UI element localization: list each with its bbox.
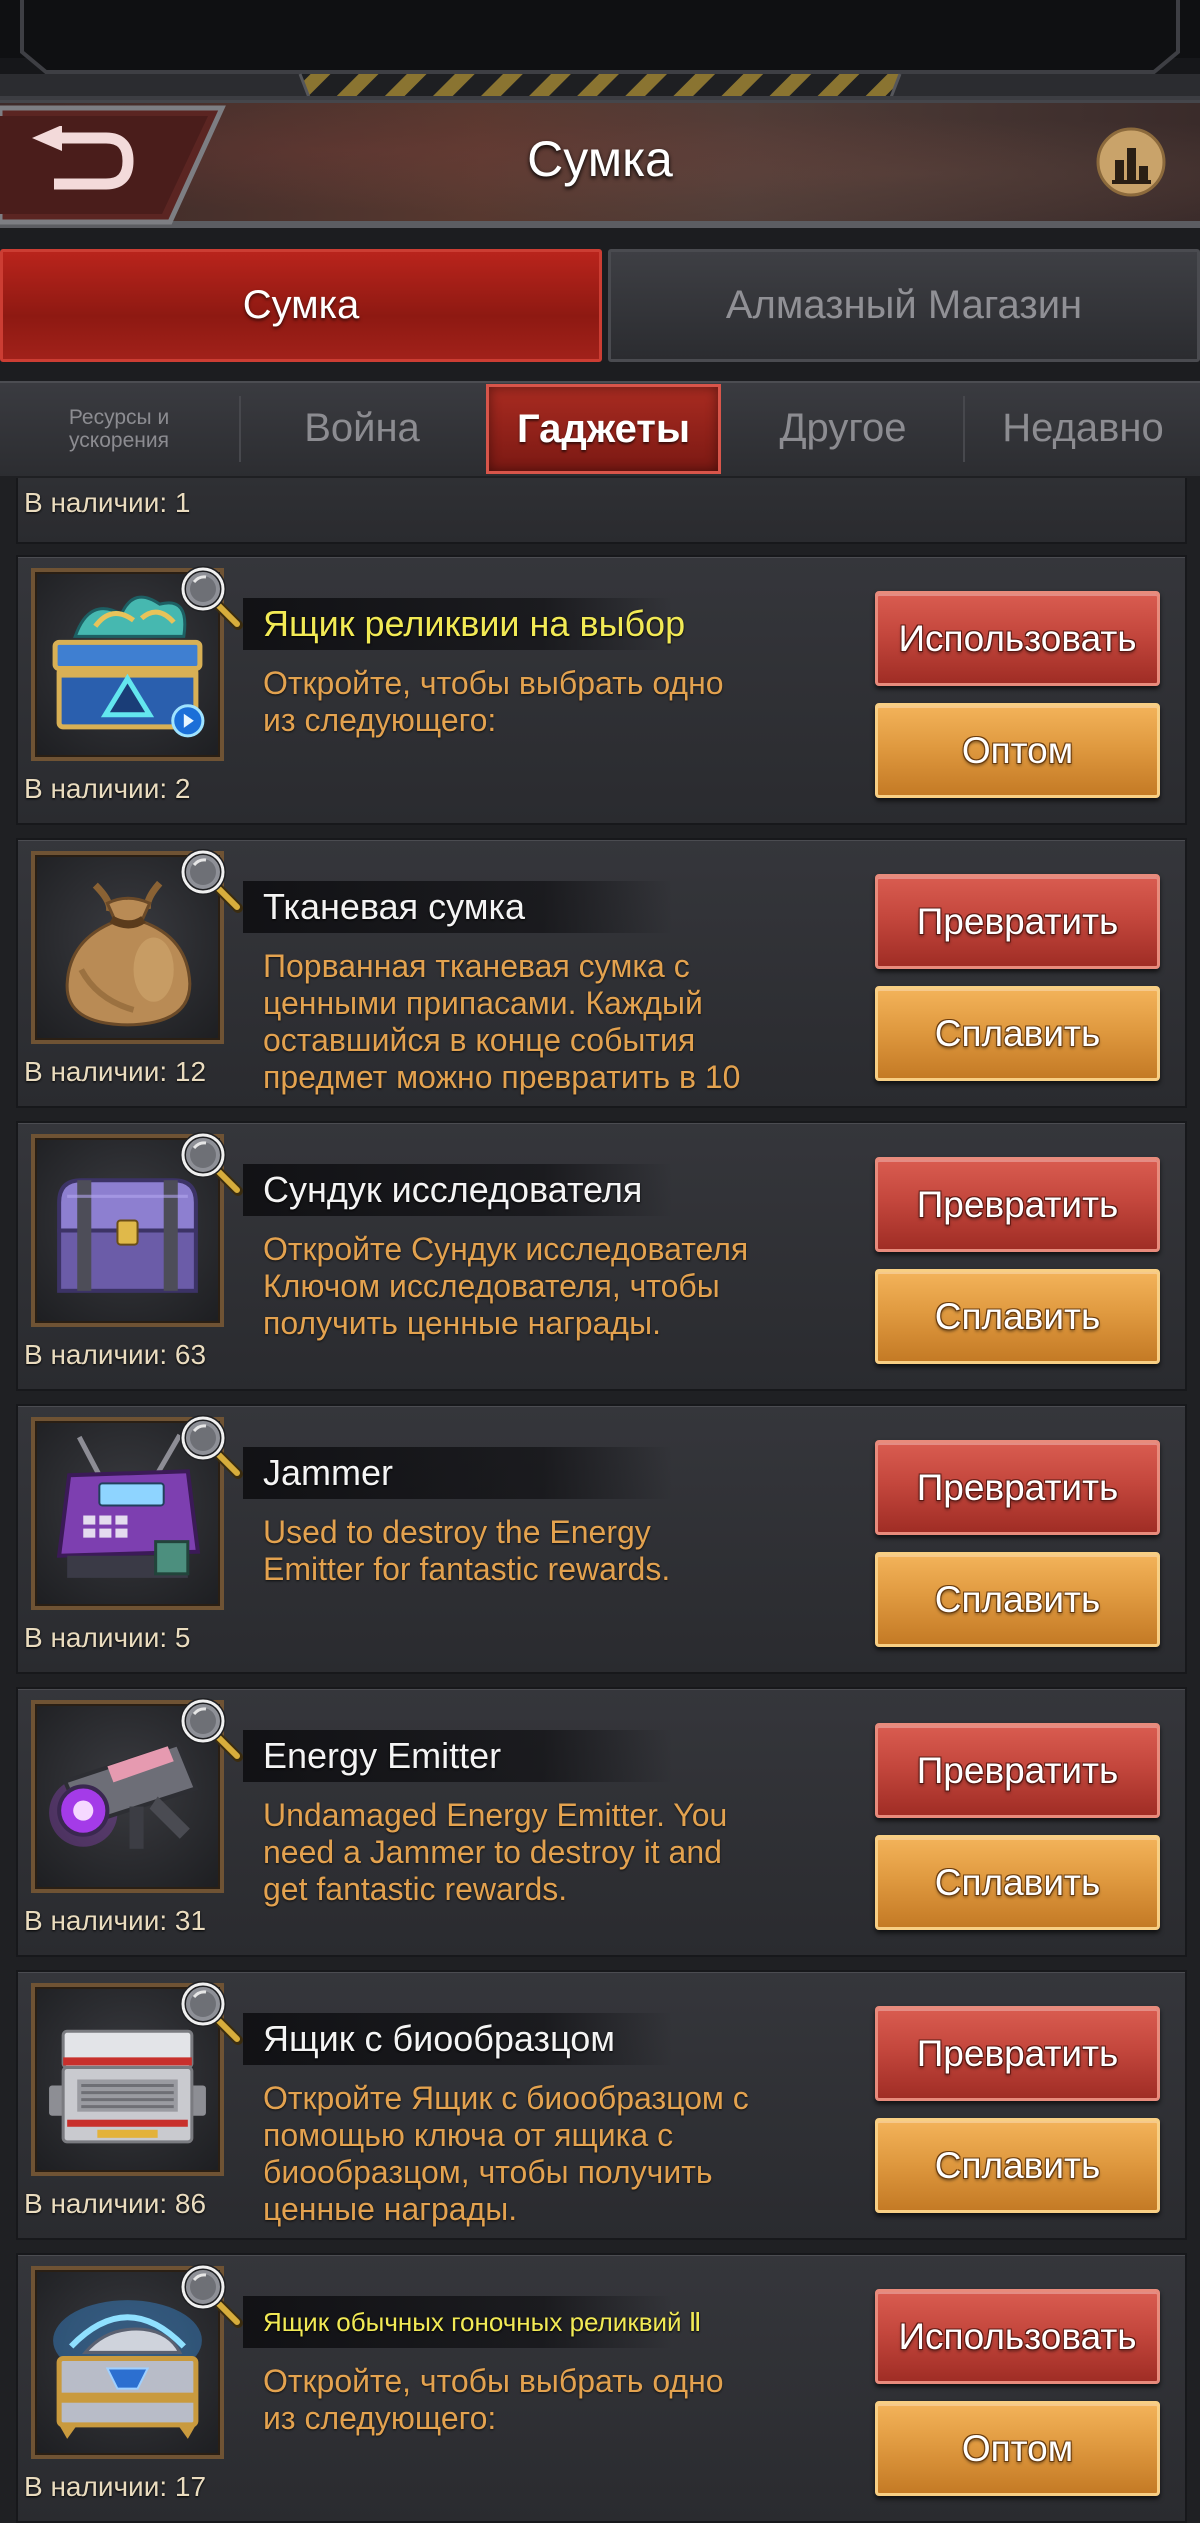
item-title-band: Ящик реликвии на выбор: [243, 598, 685, 650]
item-count: В наличии: 2: [24, 773, 191, 804]
top-frame-decoration: [0, 0, 1200, 100]
item-description: Used to destroy the Energy Emitter for f…: [263, 1514, 671, 1587]
item-description: Порванная тканевая сумка с ценными припа…: [263, 948, 741, 1095]
item-title-band: Ящик с биообразцом: [243, 2013, 673, 2065]
subtab-resources-speedups[interactable]: Ресурсы и ускорения: [0, 381, 238, 476]
item-count: В наличии: 12: [24, 1056, 207, 1087]
item-title: Сундук исследователя: [263, 1169, 643, 1210]
magnifier-icon[interactable]: [174, 1693, 246, 1765]
magnifier-icon[interactable]: [174, 1410, 246, 1482]
item-count: В наличии: 5: [24, 1622, 191, 1653]
subtab-divider: [963, 396, 965, 462]
bar-chart-icon: [1096, 127, 1166, 197]
item-count: В наличии: 31: [24, 1905, 207, 1936]
secondary-action-button[interactable]: Оптом: [875, 2401, 1160, 2496]
magnifier-icon[interactable]: [174, 2259, 246, 2331]
item-title: Тканевая сумка: [263, 886, 526, 927]
secondary-action-button[interactable]: Сплавить: [875, 986, 1160, 1081]
item-title: Ящик с биообразцом: [263, 2018, 616, 2059]
magnifier-icon[interactable]: [174, 561, 246, 633]
primary-action-button[interactable]: Превратить: [875, 1723, 1160, 1818]
item-title-band: Jammer: [243, 1447, 673, 1499]
primary-action-button[interactable]: Превратить: [875, 874, 1160, 969]
item-title-band: Ящик обычных гоночных реликвий Ⅱ: [243, 2296, 702, 2348]
inventory-item: Сундук исследователя Откройте Сундук исс…: [16, 1121, 1187, 1391]
partial-item-row: В наличии: 1: [16, 478, 1187, 544]
magnifier-icon[interactable]: [174, 1976, 246, 2048]
secondary-action-button[interactable]: Оптом: [875, 703, 1160, 798]
secondary-action-button[interactable]: Сплавить: [875, 1552, 1160, 1647]
inventory-item: Ящик обычных гоночных реликвий Ⅱ Откройт…: [16, 2253, 1187, 2523]
primary-action-button[interactable]: Превратить: [875, 2006, 1160, 2101]
page-title: Сумка: [527, 131, 673, 187]
primary-action-button[interactable]: Использовать: [875, 2289, 1160, 2384]
tab-bag[interactable]: Сумка: [0, 249, 602, 362]
item-list: Ящик реликвии на выбор Откройте, чтобы в…: [16, 555, 1187, 2523]
item-description: Откройте Ящик с биообразцом с помощью кл…: [263, 2080, 749, 2227]
primary-action-button[interactable]: Использовать: [875, 591, 1160, 686]
item-count: В наличии: 17: [24, 2471, 207, 2502]
item-description: Откройте, чтобы выбрать одно из следующе…: [263, 665, 724, 738]
subtab-other[interactable]: Другое: [724, 381, 962, 476]
inventory-item: Jammer Used to destroy the Energy Emitte…: [16, 1404, 1187, 1674]
secondary-action-button[interactable]: Сплавить: [875, 1269, 1160, 1364]
primary-action-button[interactable]: Превратить: [875, 1157, 1160, 1252]
inventory-item: Ящик реликвии на выбор Откройте, чтобы в…: [16, 555, 1187, 825]
item-title-band: Тканевая сумка: [243, 881, 673, 933]
magnifier-icon[interactable]: [174, 844, 246, 916]
subtab-gadgets[interactable]: Гаджеты: [486, 384, 721, 474]
item-description: Откройте, чтобы выбрать одно из следующе…: [263, 2363, 724, 2436]
subtab-war[interactable]: Война: [241, 381, 483, 476]
subtab-recent[interactable]: Недавно: [966, 381, 1200, 476]
item-count: В наличии: 63: [24, 1339, 207, 1370]
item-count: В наличии: 86: [24, 2188, 207, 2219]
item-title: Ящик обычных гоночных реликвий Ⅱ: [263, 2307, 702, 2337]
item-title-band: Сундук исследователя: [243, 1164, 673, 1216]
item-description: Откройте Сундук исследователя Ключом исс…: [263, 1231, 749, 1341]
item-count: В наличии: 1: [24, 487, 191, 518]
item-title-band: Energy Emitter: [243, 1730, 673, 1782]
item-title: Jammer: [263, 1452, 394, 1493]
stats-button[interactable]: [1095, 126, 1167, 198]
inventory-item: Тканевая сумка Порванная тканевая сумка …: [16, 838, 1187, 1108]
item-title: Ящик реликвии на выбор: [263, 603, 686, 644]
secondary-action-button[interactable]: Сплавить: [875, 2118, 1160, 2213]
inventory-item: Energy Emitter Undamaged Energy Emitter.…: [16, 1687, 1187, 1957]
tab-diamond-shop[interactable]: Алмазный Магазин: [608, 249, 1200, 362]
inventory-item: Ящик с биообразцом Откройте Ящик с биооб…: [16, 1970, 1187, 2240]
item-description: Undamaged Energy Emitter. You need a Jam…: [263, 1797, 728, 1907]
secondary-action-button[interactable]: Сплавить: [875, 1835, 1160, 1930]
item-title: Energy Emitter: [263, 1735, 502, 1776]
primary-action-button[interactable]: Превратить: [875, 1440, 1160, 1535]
magnifier-icon[interactable]: [174, 1127, 246, 1199]
